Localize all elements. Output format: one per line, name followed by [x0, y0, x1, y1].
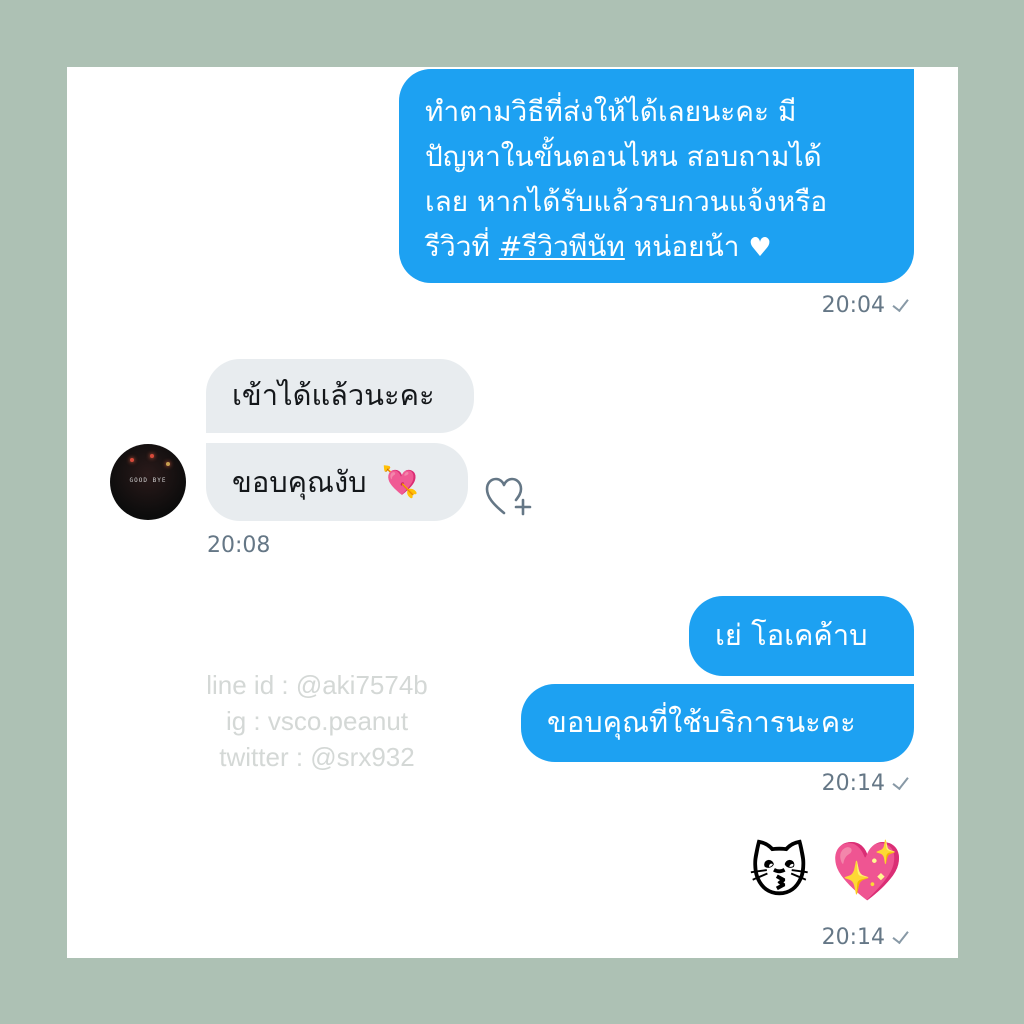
- message-line: ทำตามวิธีที่ส่งให้ได้เลยนะคะ มี: [425, 95, 797, 128]
- message-text: ขอบคุณที่ใช้บริการนะคะ: [547, 705, 856, 739]
- timestamp-text: 20:04: [821, 293, 885, 318]
- hashtag-link[interactable]: #รีวิวพีนัท: [499, 230, 625, 263]
- timestamp: 20:14: [822, 771, 910, 796]
- message-text: ขอบคุณงับ: [232, 465, 367, 499]
- avatar-light: [130, 458, 134, 462]
- heart-glyph: ♥: [748, 233, 772, 263]
- message-text: เข้าได้แล้วนะคะ: [232, 378, 435, 412]
- avatar-caption: GOOD BYE: [129, 477, 167, 484]
- heart-arrow-emoji: 💘: [381, 465, 420, 500]
- message-text: รีวิวที่: [425, 230, 499, 263]
- message-text: เย่ โอเคค้าบ: [715, 618, 868, 652]
- watermark-twitter: twitter : @srx932: [219, 742, 415, 772]
- outgoing-message-bubble[interactable]: เย่ โอเคค้าบ: [689, 596, 914, 676]
- heart-plus-icon[interactable]: [485, 477, 533, 519]
- outgoing-message-bubble[interactable]: ขอบคุณที่ใช้บริการนะคะ: [521, 684, 914, 762]
- watermark: line id : @aki7574b ig : vsco.peanut twi…: [167, 667, 467, 775]
- message-text: หน่อยน้า: [624, 230, 749, 263]
- avatar-light: [150, 454, 154, 458]
- message-line: รีวิวที่ #รีวิวพีนัท หน่อยน้า ♥: [425, 224, 890, 271]
- watermark-ig: ig : vsco.peanut: [225, 706, 409, 736]
- check-icon: [892, 294, 909, 313]
- check-icon: [892, 772, 909, 791]
- message-line: เลย หากได้รับแล้วรบกวนแจ้งหรือ: [425, 185, 828, 218]
- chat-card: ทำตามวิธีที่ส่งให้ได้เลยนะคะ มี ปัญหาในข…: [67, 67, 958, 958]
- outgoing-message-bubble[interactable]: ทำตามวิธีที่ส่งให้ได้เลยนะคะ มี ปัญหาในข…: [399, 69, 914, 283]
- incoming-message-bubble[interactable]: ขอบคุณงับ 💘: [206, 443, 468, 521]
- timestamp: 20:04: [822, 293, 910, 318]
- timestamp-text: 20:14: [821, 925, 885, 950]
- sparkling-heart-emoji[interactable]: 💖: [831, 839, 903, 903]
- check-icon: [892, 926, 909, 945]
- incoming-message-bubble[interactable]: เข้าได้แล้วนะคะ: [206, 359, 474, 433]
- timestamp-text: 20:14: [821, 771, 885, 796]
- kissing-cat-emoji[interactable]: 😽: [749, 839, 809, 903]
- avatar[interactable]: GOOD BYE: [110, 444, 186, 520]
- timestamp: 20:08: [207, 533, 271, 558]
- message-line: ปัญหาในขั้นตอนไหน สอบถามได้: [425, 140, 822, 173]
- timestamp: 20:14: [822, 925, 910, 950]
- watermark-line-id: line id : @aki7574b: [206, 670, 428, 700]
- avatar-light: [166, 462, 170, 466]
